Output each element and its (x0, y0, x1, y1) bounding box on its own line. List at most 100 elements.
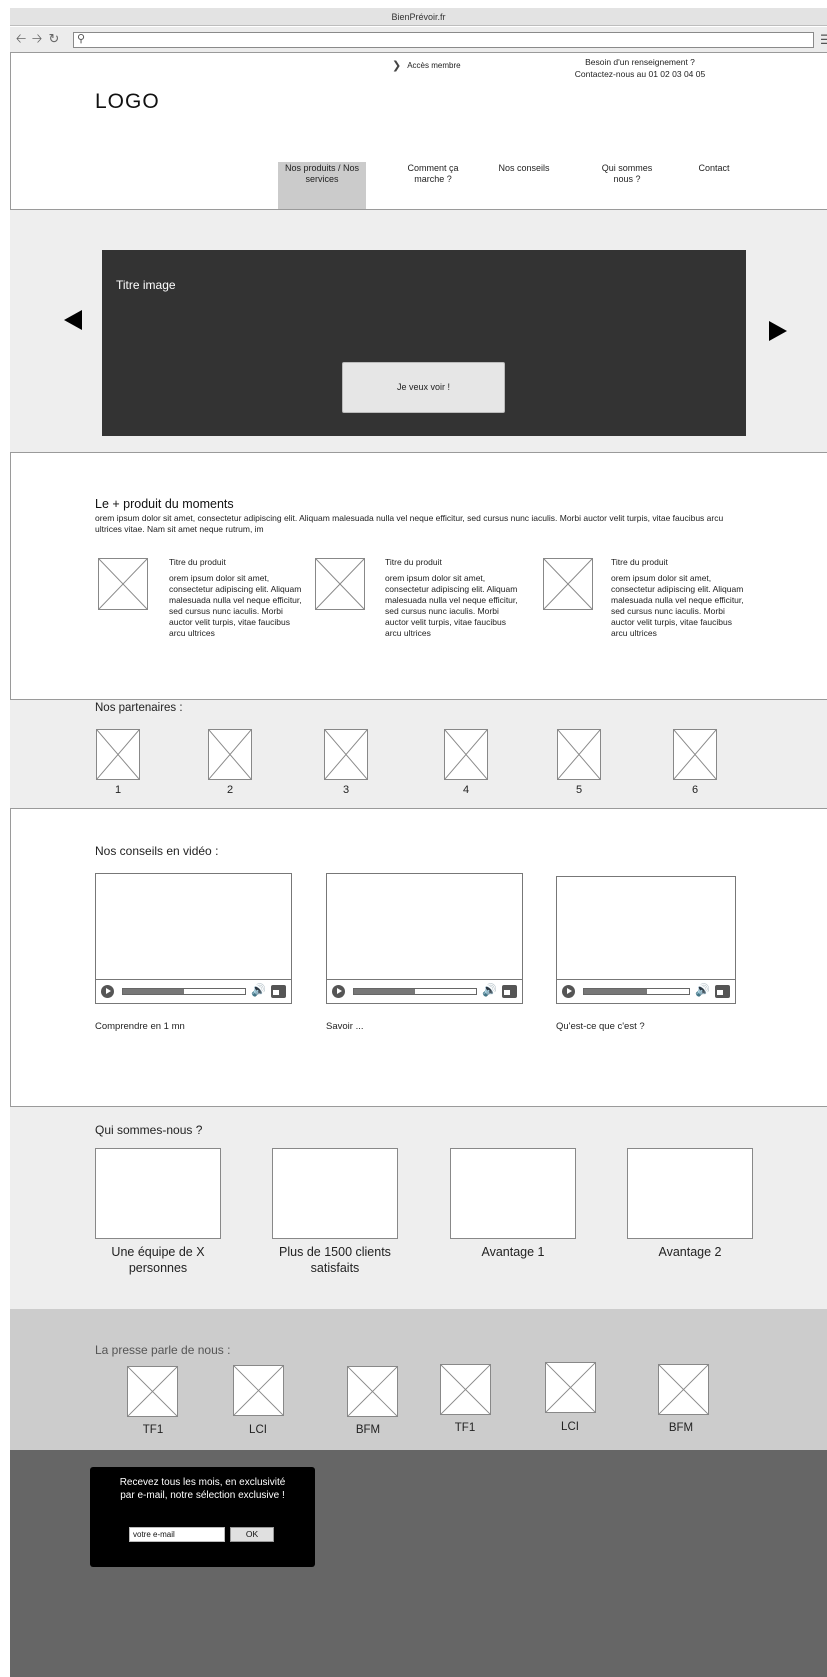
press-label: LCI (561, 1421, 579, 1433)
fullscreen-icon[interactable] (715, 985, 730, 998)
url-bar[interactable]: ⚲ (73, 32, 814, 48)
back-arrow-icon[interactable]: 🡠 (14, 32, 28, 46)
partner-logo-placeholder[interactable] (444, 729, 488, 780)
fullscreen-icon[interactable] (271, 985, 286, 998)
videos-title: Nos conseils en vidéo : (95, 844, 219, 858)
press-logo-placeholder[interactable] (233, 1365, 284, 1416)
about-caption-line: Avantage 2 (658, 1245, 722, 1259)
about-image-placeholder (627, 1148, 753, 1239)
forward-arrow-icon[interactable]: 🡢 (30, 32, 44, 46)
press-logo-placeholder[interactable] (440, 1364, 491, 1415)
hero-cta-button[interactable]: Je veux voir ! (342, 362, 505, 413)
newsletter-ok-button[interactable]: OK (230, 1527, 274, 1542)
search-icon: ⚲ (77, 33, 86, 45)
product-text: orem ipsum dolor sit amet, consectetur a… (385, 573, 518, 638)
video-progress-fill (584, 989, 647, 994)
nav-label: Nos conseils (498, 163, 550, 173)
product-image-placeholder[interactable] (98, 558, 148, 610)
play-icon[interactable] (332, 985, 345, 998)
video-controls: 🔊 (557, 979, 735, 1003)
logo[interactable]: LOGO (95, 90, 160, 114)
video-caption: Qu'est-ce que c'est ? (556, 1021, 645, 1032)
nav-label: services (305, 174, 339, 184)
about-caption-line: Avantage 1 (481, 1245, 545, 1259)
press-label: BFM (355, 1424, 381, 1436)
contact-line-2: Contactez-nous au 01 02 03 04 05 (574, 69, 706, 79)
product-text: orem ipsum dolor sit amet, consectetur a… (169, 573, 302, 638)
volume-icon[interactable]: 🔊 (482, 983, 497, 997)
partners-title: Nos partenaires : (95, 702, 183, 714)
nav-item-contact[interactable]: Contact (684, 163, 744, 174)
press-logo-placeholder[interactable] (127, 1366, 178, 1417)
press-label: TF1 (142, 1424, 164, 1436)
carousel-prev-icon[interactable] (64, 310, 82, 330)
menu-icon[interactable]: ☰ (820, 32, 827, 48)
partner-logo-placeholder[interactable] (96, 729, 140, 780)
product-text: orem ipsum dolor sit amet, consectetur a… (611, 573, 744, 638)
partner-label: 6 (691, 784, 699, 796)
product-image-placeholder[interactable] (543, 558, 593, 610)
newsletter-text-line: Recevez tous les mois, en exclusivité (119, 1477, 286, 1488)
partner-label: 4 (462, 784, 470, 796)
nav-label: Comment ça (407, 163, 459, 173)
carousel-next-icon[interactable] (769, 321, 787, 341)
reload-icon[interactable]: ↻ (47, 32, 61, 46)
hero-slide-title: Titre image (116, 278, 176, 292)
partner-label: 5 (575, 784, 583, 796)
about-image-placeholder (272, 1148, 398, 1239)
play-icon[interactable] (562, 985, 575, 998)
video-caption: Comprendre en 1 mn (95, 1021, 185, 1032)
press-label: BFM (668, 1422, 694, 1434)
contact-line-1: Besoin d'un renseignement ? (585, 57, 695, 67)
nav-item-produits[interactable]: Nos produits / Nos services (278, 163, 366, 185)
video-player[interactable]: 🔊 (326, 873, 523, 1004)
press-title: La presse parle de nous : (95, 1343, 231, 1357)
volume-icon[interactable]: 🔊 (251, 983, 266, 997)
nav-item-conseils[interactable]: Nos conseils (488, 163, 560, 174)
nav-item-comment[interactable]: Comment ça marche ? (398, 163, 468, 185)
partner-logo-placeholder[interactable] (673, 729, 717, 780)
nav-label: Contact (698, 163, 730, 173)
about-caption-line: Une équipe de X (111, 1245, 205, 1259)
chevron-right-icon: ❯ (392, 60, 402, 72)
product-title[interactable]: Titre du produit (611, 557, 668, 567)
about-caption: Plus de 1500 clients satisfaits (260, 1244, 410, 1276)
nav-item-qui[interactable]: Qui sommes nous ? (592, 163, 662, 185)
video-progress-bar[interactable] (583, 988, 690, 995)
member-access-label: Accès membre (407, 61, 461, 70)
play-icon[interactable] (101, 985, 114, 998)
press-logo-placeholder[interactable] (658, 1364, 709, 1415)
video-controls: 🔊 (96, 979, 291, 1003)
partner-logo-placeholder[interactable] (557, 729, 601, 780)
about-caption-line: personnes (128, 1261, 188, 1275)
video-progress-bar[interactable] (122, 988, 246, 995)
press-logo-placeholder[interactable] (545, 1362, 596, 1413)
product-title[interactable]: Titre du produit (169, 557, 226, 567)
newsletter-email-input[interactable]: votre e-mail (129, 1527, 225, 1542)
about-image-placeholder (95, 1148, 221, 1239)
video-player[interactable]: 🔊 (556, 876, 736, 1004)
press-logo-placeholder[interactable] (347, 1366, 398, 1417)
member-access-link[interactable]: ❯ Accès membre (392, 58, 461, 72)
fullscreen-icon[interactable] (502, 985, 517, 998)
partner-logo-placeholder[interactable] (324, 729, 368, 780)
partner-label: 2 (226, 784, 234, 796)
newsletter-text: Recevez tous les mois, en exclusivité pa… (110, 1476, 295, 1502)
video-progress-fill (123, 989, 184, 994)
nav-label: marche ? (414, 174, 452, 184)
video-player[interactable]: 🔊 (95, 873, 292, 1004)
browser-toolbar: 🡠 🡢 ↻ ⚲ ☰ (10, 27, 827, 53)
partner-logo-placeholder[interactable] (208, 729, 252, 780)
produit-section-title: Le + produit du moments (95, 497, 234, 511)
video-progress-bar[interactable] (353, 988, 477, 995)
about-title: Qui sommes-nous ? (95, 1123, 203, 1137)
nav-label: nous ? (613, 174, 641, 184)
product-title[interactable]: Titre du produit (385, 557, 442, 567)
newsletter-text-line: par e-mail, notre sélection exclusive ! (120, 1490, 285, 1501)
nav-label: Qui sommes (601, 163, 653, 173)
volume-icon[interactable]: 🔊 (695, 983, 710, 997)
product-image-placeholder[interactable] (315, 558, 365, 610)
about-image-placeholder (450, 1148, 576, 1239)
video-controls: 🔊 (327, 979, 522, 1003)
partner-label: 3 (342, 784, 350, 796)
